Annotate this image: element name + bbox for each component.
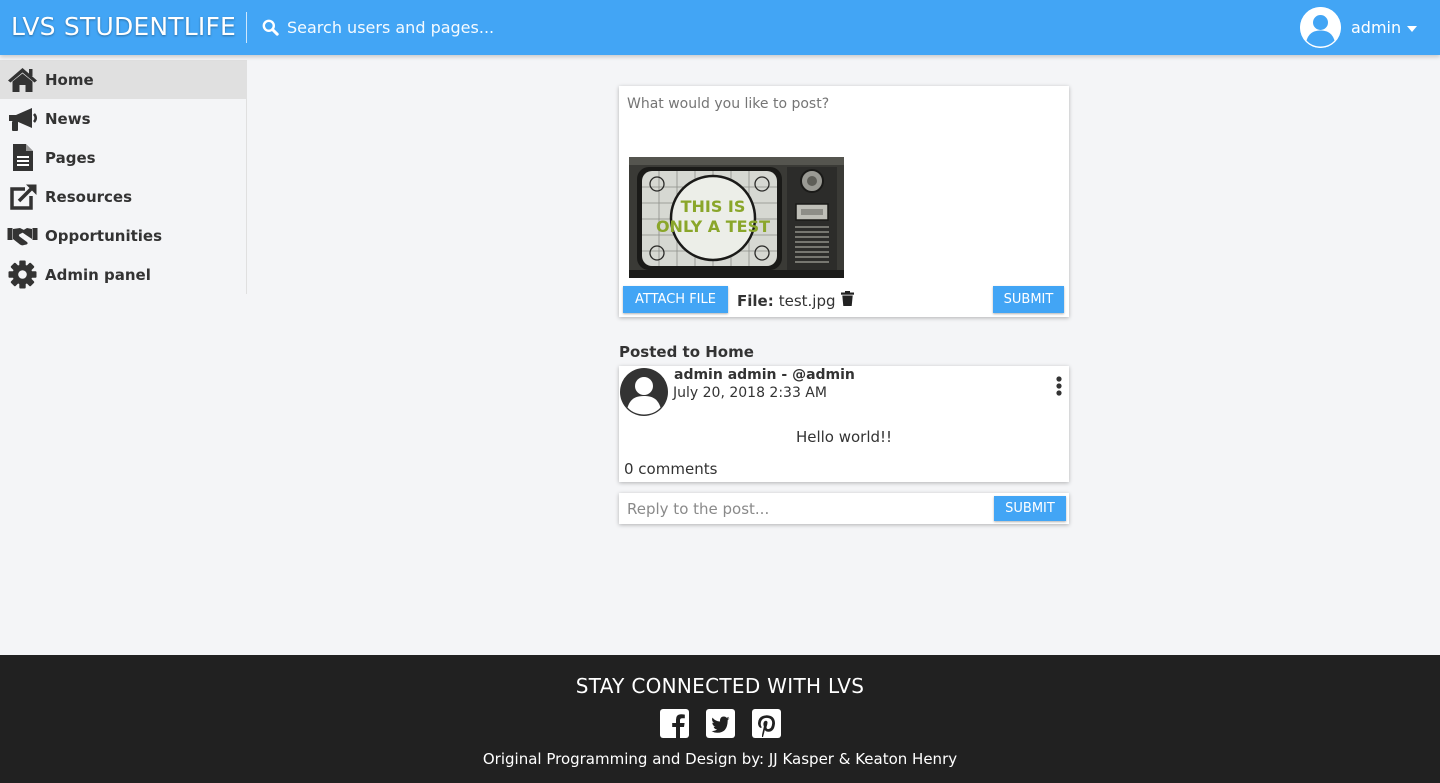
file-prefix: File:: [737, 291, 774, 310]
twitter-icon[interactable]: [706, 709, 735, 738]
sidebar-item-resources[interactable]: Resources: [0, 177, 246, 216]
footer: STAY CONNECTED WITH LVS Original Program…: [0, 655, 1440, 783]
comments-link[interactable]: 0 comments: [624, 460, 717, 478]
post-body: Hello world!!: [795, 428, 893, 446]
caret-down-icon[interactable]: [1407, 18, 1418, 37]
submit-post-button[interactable]: SUBMIT: [993, 286, 1064, 313]
post-card: admin admin - @admin July 20, 2018 2:33 …: [619, 366, 1069, 482]
footer-credit: Original Programming and Design by: JJ K…: [482, 750, 958, 768]
sidebar-item-opportunities[interactable]: Opportunities: [0, 216, 246, 255]
sidebar-item-label: Admin panel: [45, 266, 151, 284]
top-navbar: LVS STUDENTLIFE admin: [0, 0, 1440, 55]
facebook-icon[interactable]: [660, 709, 689, 738]
brand-logo[interactable]: LVS STUDENTLIFE: [11, 12, 236, 41]
sidebar-item-label: Opportunities: [45, 227, 163, 245]
preview-text-line1: THIS IS: [681, 197, 746, 216]
attached-file-info: File: test.jpg: [737, 291, 854, 310]
search-bar[interactable]: [262, 14, 707, 41]
avatar[interactable]: [1300, 7, 1341, 48]
sidebar-item-home[interactable]: Home: [0, 60, 246, 99]
reply-submit-button[interactable]: SUBMIT: [994, 496, 1066, 521]
gear-icon: [7, 260, 38, 289]
posted-to-heading: Posted to Home: [619, 343, 754, 361]
post-timestamp: July 20, 2018 2:33 AM: [673, 385, 827, 401]
attachment-preview-image: THIS IS ONLY A TEST: [629, 157, 844, 278]
handshake-icon: [7, 221, 38, 250]
home-icon: [7, 65, 38, 94]
sidebar: Home News Pages Resources Opportunities …: [0, 60, 247, 294]
sidebar-item-news[interactable]: News: [0, 99, 246, 138]
search-input[interactable]: [287, 14, 707, 41]
attach-file-button[interactable]: ATTACH FILE: [623, 286, 728, 313]
user-menu[interactable]: admin: [1300, 7, 1418, 48]
sidebar-item-pages[interactable]: Pages: [0, 138, 246, 177]
pinterest-icon[interactable]: [752, 709, 781, 738]
sidebar-item-label: Home: [45, 71, 94, 89]
file-text-icon: [7, 143, 38, 172]
bullhorn-icon: [7, 104, 38, 133]
reply-input[interactable]: [627, 497, 987, 520]
reply-form: SUBMIT: [619, 493, 1069, 524]
more-options-icon[interactable]: [1051, 375, 1067, 399]
sidebar-item-label: Resources: [45, 188, 133, 206]
sidebar-item-label: Pages: [45, 149, 96, 167]
post-text-input[interactable]: [627, 96, 1061, 146]
sidebar-item-label: News: [45, 110, 91, 128]
external-link-icon: [7, 182, 38, 211]
trash-icon[interactable]: [840, 291, 854, 310]
footer-title: STAY CONNECTED WITH LVS: [575, 674, 865, 698]
avatar[interactable]: [620, 368, 668, 416]
post-composer: THIS IS ONLY A TEST ATTACH FILE File: te…: [619, 86, 1069, 317]
sidebar-item-admin-panel[interactable]: Admin panel: [0, 255, 246, 294]
preview-text-line2: ONLY A TEST: [656, 217, 770, 236]
post-author[interactable]: admin admin - @admin: [674, 367, 855, 383]
file-name: test.jpg: [778, 291, 836, 310]
search-icon: [262, 19, 279, 36]
user-name[interactable]: admin: [1351, 18, 1401, 37]
navbar-divider: [246, 12, 247, 43]
